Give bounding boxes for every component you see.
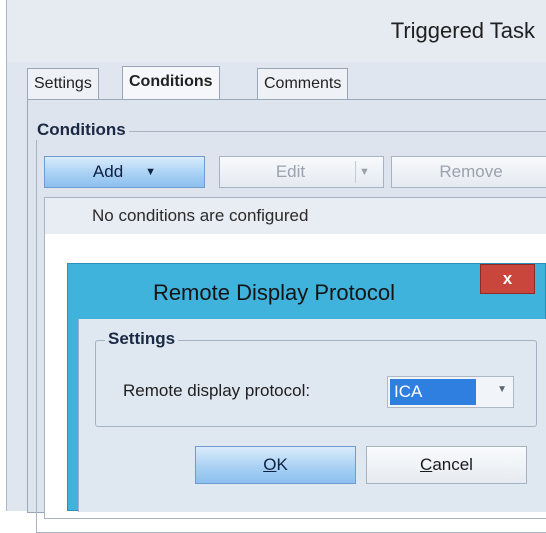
cancel-accelerator: C: [420, 455, 433, 474]
ok-button[interactable]: OK: [195, 446, 356, 484]
add-button-label: Add: [92, 162, 124, 181]
remote-display-protocol-dialog: Remote Display Protocol x Settings Remot…: [67, 263, 546, 512]
dialog-title: Remote Display Protocol: [152, 280, 396, 305]
tab-settings[interactable]: Settings: [27, 68, 99, 99]
settings-group-title: Settings: [105, 329, 179, 349]
dialog-body: Settings Remote display protocol: ICA ▼ …: [78, 319, 546, 512]
close-icon[interactable]: x: [480, 264, 535, 294]
title-bar: Triggered Task: [7, 0, 546, 62]
ok-accelerator: O: [263, 455, 277, 474]
chevron-down-icon: ▼: [145, 166, 157, 178]
remote-display-protocol-label: Remote display protocol:: [123, 381, 311, 400]
edit-split-divider: [355, 161, 356, 183]
cancel-button[interactable]: Cancel: [366, 446, 527, 484]
remote-display-protocol-select[interactable]: ICA ▼: [387, 376, 514, 408]
window-title: Triggered Task: [390, 18, 535, 43]
add-button[interactable]: Add ▼: [44, 156, 205, 188]
chevron-down-icon[interactable]: ▼: [497, 384, 507, 395]
conditions-group-title: Conditions: [34, 120, 129, 140]
chevron-down-icon[interactable]: ▼: [359, 157, 370, 187]
ok-label-rest: K: [276, 455, 288, 474]
empty-list-message: No conditions are configured: [45, 198, 546, 234]
selected-protocol-value: ICA: [390, 379, 476, 405]
cancel-label-rest: ancel: [432, 455, 473, 474]
tab-comments[interactable]: Comments: [257, 68, 349, 99]
tab-conditions[interactable]: Conditions: [122, 66, 220, 99]
edit-button-label: Edit: [275, 162, 306, 181]
remove-button[interactable]: Remove: [391, 156, 546, 188]
edit-button[interactable]: Edit ▼: [219, 156, 384, 188]
